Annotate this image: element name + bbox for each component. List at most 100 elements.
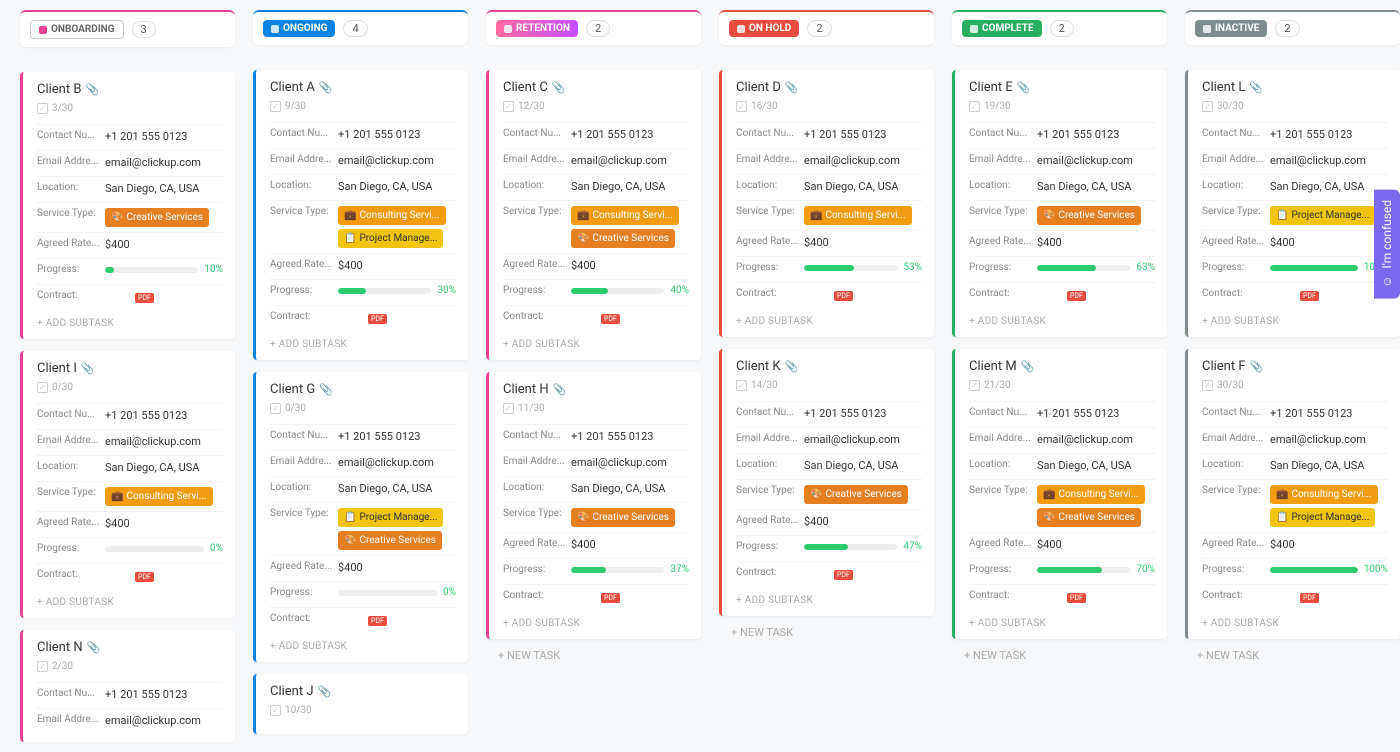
card-title[interactable]: Client C📎	[503, 80, 689, 95]
card-title[interactable]: Client N📎	[37, 640, 223, 655]
field-row: Location:San Diego, CA, USA	[503, 476, 689, 502]
add-subtask-button[interactable]: + ADD SUBTASK	[1202, 610, 1388, 631]
service-tag[interactable]: 🎨Creative Services	[804, 485, 908, 504]
client-card[interactable]: Client E📎✓19/30Contact Nu...+1 201 555 0…	[952, 70, 1167, 337]
contract-value[interactable]: PDF	[105, 290, 223, 303]
field-label: Progress:	[1202, 262, 1270, 273]
tag-icon: 💼	[111, 491, 123, 502]
service-tag[interactable]: 📋Project Manage...	[1270, 206, 1375, 225]
field-value: +1 201 555 0123	[105, 409, 223, 422]
feedback-tab[interactable]: I'm confused	[1374, 190, 1400, 299]
column-header[interactable]: ON HOLD2	[719, 10, 934, 45]
add-subtask-button[interactable]: + ADD SUBTASK	[736, 308, 922, 329]
status-pill[interactable]: INACTIVE	[1195, 20, 1267, 37]
new-task-button[interactable]: + NEW TASK	[486, 639, 701, 672]
column-header[interactable]: ONBOARDING3	[20, 10, 235, 47]
client-card[interactable]: Client A📎✓9/30Contact Nu...+1 201 555 01…	[253, 70, 468, 360]
card-title[interactable]: Client H📎	[503, 382, 689, 397]
status-pill[interactable]: ONGOING	[263, 20, 335, 37]
card-title[interactable]: Client F📎	[1202, 359, 1388, 374]
client-card[interactable]: Client C📎✓12/30Contact Nu...+1 201 555 0…	[486, 70, 701, 360]
card-title[interactable]: Client D📎	[736, 80, 922, 95]
card-title[interactable]: Client K📎	[736, 359, 922, 374]
subtask-count: ✓21/30	[969, 380, 1155, 391]
service-tag[interactable]: 🎨Creative Services	[571, 229, 675, 248]
card-title[interactable]: Client I📎	[37, 361, 223, 376]
contract-value[interactable]: PDF	[338, 613, 456, 626]
client-card[interactable]: Client H📎✓11/30Contact Nu...+1 201 555 0…	[486, 372, 701, 639]
new-task-button[interactable]: + NEW TASK	[1185, 639, 1400, 672]
service-tag[interactable]: 🎨Creative Services	[1037, 508, 1141, 527]
client-card[interactable]: Client D📎✓16/30Contact Nu...+1 201 555 0…	[719, 70, 934, 337]
status-pill[interactable]: RETENTION	[496, 20, 578, 37]
card-title[interactable]: Client A📎	[270, 80, 456, 95]
service-tag[interactable]: 🎨Creative Services	[105, 208, 209, 227]
add-subtask-button[interactable]: + ADD SUBTASK	[503, 610, 689, 631]
add-subtask-button[interactable]: + ADD SUBTASK	[270, 633, 456, 654]
client-card[interactable]: Client N📎✓2/30Contact Nu...+1 201 555 01…	[20, 630, 235, 742]
status-pill[interactable]: ON HOLD	[729, 20, 799, 37]
service-tag[interactable]: 💼Consulting Servi...	[571, 206, 679, 225]
field-value: +1 201 555 0123	[1270, 128, 1388, 141]
add-subtask-button[interactable]: + ADD SUBTASK	[969, 308, 1155, 329]
add-subtask-button[interactable]: + ADD SUBTASK	[37, 589, 223, 610]
column-header[interactable]: INACTIVE2	[1185, 10, 1400, 45]
card-title[interactable]: Client M📎	[969, 359, 1155, 374]
service-tag[interactable]: 🎨Creative Services	[571, 508, 675, 527]
add-subtask-button[interactable]: + ADD SUBTASK	[736, 587, 922, 608]
contract-value[interactable]: PDF	[1270, 590, 1388, 603]
service-tag[interactable]: 💼Consulting Servi...	[338, 206, 446, 225]
client-card[interactable]: Client I📎✓0/30Contact Nu...+1 201 555 01…	[20, 351, 235, 618]
service-tag[interactable]: 💼Consulting Servi...	[1037, 485, 1145, 504]
client-card[interactable]: Client F📎✓30/30Contact Nu...+1 201 555 0…	[1185, 349, 1400, 639]
card-title[interactable]: Client G📎	[270, 382, 456, 397]
service-tag[interactable]: 🎨Creative Services	[1037, 206, 1141, 225]
column-header[interactable]: ONGOING4	[253, 10, 468, 45]
status-pill[interactable]: COMPLETE	[962, 20, 1042, 37]
service-tag[interactable]: 💼Consulting Servi...	[105, 487, 213, 506]
status-dot-icon	[504, 25, 512, 33]
service-tag[interactable]: 💼Consulting Servi...	[1270, 485, 1378, 504]
attachment-icon: 📎	[1021, 360, 1035, 373]
new-task-button[interactable]: + NEW TASK	[952, 639, 1167, 672]
contract-value[interactable]: PDF	[804, 288, 922, 301]
column-header[interactable]: RETENTION2	[486, 10, 701, 45]
field-value: $400	[571, 538, 689, 551]
progress-bar	[1037, 265, 1130, 271]
client-card[interactable]: Client B📎✓3/30Contact Nu...+1 201 555 01…	[20, 72, 235, 339]
client-card[interactable]: Client L📎✓30/30Contact Nu...+1 201 555 0…	[1185, 70, 1400, 337]
field-row: Email Addre...email@clickup.com	[37, 708, 223, 734]
client-card[interactable]: Client K📎✓14/30Contact Nu...+1 201 555 0…	[719, 349, 934, 616]
add-subtask-button[interactable]: + ADD SUBTASK	[37, 310, 223, 331]
contract-value[interactable]: PDF	[804, 567, 922, 580]
add-subtask-button[interactable]: + ADD SUBTASK	[503, 331, 689, 352]
column-header[interactable]: COMPLETE2	[952, 10, 1167, 45]
contract-value[interactable]: PDF	[1270, 288, 1388, 301]
status-pill[interactable]: ONBOARDING	[30, 20, 124, 39]
client-card[interactable]: Client J📎✓10/30	[253, 674, 468, 734]
service-tag[interactable]: 🎨Creative Services	[338, 531, 442, 550]
client-card[interactable]: Client M📎✓21/30Contact Nu...+1 201 555 0…	[952, 349, 1167, 639]
client-card[interactable]: Client G📎✓0/30Contact Nu...+1 201 555 01…	[253, 372, 468, 662]
tag-icon: 🎨	[344, 535, 356, 546]
contract-value[interactable]: PDF	[1037, 590, 1155, 603]
add-subtask-button[interactable]: + ADD SUBTASK	[270, 331, 456, 352]
card-title[interactable]: Client J📎	[270, 684, 456, 699]
service-tag[interactable]: 📋Project Manage...	[1270, 508, 1375, 527]
subtask-count: ✓30/30	[1202, 101, 1388, 112]
card-title[interactable]: Client E📎	[969, 80, 1155, 95]
contract-value[interactable]: PDF	[571, 590, 689, 603]
contract-value[interactable]: PDF	[571, 311, 689, 324]
card-title[interactable]: Client L📎	[1202, 80, 1388, 95]
contract-value[interactable]: PDF	[338, 311, 456, 324]
service-tag[interactable]: 💼Consulting Servi...	[804, 206, 912, 225]
card-title[interactable]: Client B📎	[37, 82, 223, 97]
new-task-button[interactable]: + NEW TASK	[719, 616, 934, 649]
add-subtask-button[interactable]: + ADD SUBTASK	[1202, 308, 1388, 329]
service-tag[interactable]: 📋Project Manage...	[338, 508, 443, 527]
add-subtask-button[interactable]: + ADD SUBTASK	[969, 610, 1155, 631]
service-tag[interactable]: 📋Project Manage...	[338, 229, 443, 248]
field-value: email@clickup.com	[571, 456, 689, 469]
contract-value[interactable]: PDF	[1037, 288, 1155, 301]
contract-value[interactable]: PDF	[105, 569, 223, 582]
